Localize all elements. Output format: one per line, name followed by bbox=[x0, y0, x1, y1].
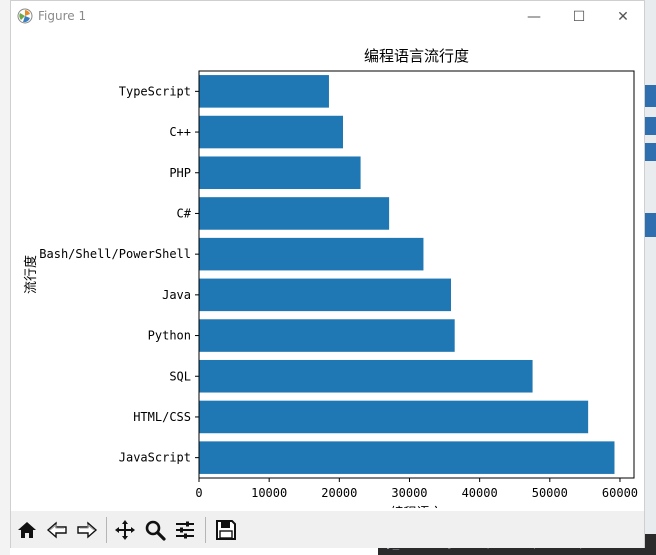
figure-window: Figure 1 — ☐ ✕ 编程语言流行度 JavaScript HTML/CSS… bbox=[10, 0, 645, 548]
x-tick-label: 0 bbox=[195, 486, 202, 500]
y-tick-label: C++ bbox=[169, 125, 191, 139]
title-bar[interactable]: Figure 1 — ☐ ✕ bbox=[11, 1, 644, 32]
save-icon bbox=[216, 520, 236, 540]
toolbar-separator bbox=[106, 517, 107, 543]
y-tick-label: Bash/Shell/PowerShell bbox=[39, 247, 191, 261]
bar-php bbox=[199, 156, 361, 190]
pan-icon bbox=[115, 520, 135, 540]
x-tick-label: 40000 bbox=[462, 486, 498, 500]
figure-canvas[interactable]: 编程语言流行度 JavaScript HTML/CSS SQL Python Java Ba… bbox=[11, 32, 644, 508]
back-button[interactable] bbox=[43, 516, 71, 544]
home-button[interactable] bbox=[13, 516, 41, 544]
y-axis-label: 流行度 bbox=[23, 255, 39, 294]
bar-javascript bbox=[199, 441, 615, 474]
zoom-button[interactable] bbox=[141, 516, 169, 544]
x-tick-label: 60000 bbox=[602, 486, 638, 500]
background-app-left bbox=[0, 0, 10, 555]
configure-subplots-button[interactable] bbox=[171, 516, 199, 544]
minimize-button[interactable]: — bbox=[511, 1, 557, 32]
configure-subplots-icon bbox=[176, 521, 194, 539]
maximize-button[interactable]: ☐ bbox=[556, 1, 602, 32]
y-tick-label: Java bbox=[162, 288, 191, 302]
y-tick-label: Python bbox=[148, 329, 191, 343]
forward-arrow-icon bbox=[77, 521, 98, 539]
zoom-icon bbox=[145, 520, 166, 541]
bar-html-css bbox=[199, 400, 589, 434]
background-app-right bbox=[645, 0, 656, 555]
bar-c- bbox=[199, 197, 390, 230]
y-tick-label: JavaScript bbox=[119, 451, 191, 465]
navigation-toolbar bbox=[11, 511, 644, 548]
y-tick-label: HTML/CSS bbox=[133, 410, 191, 424]
x-tick-label: 20000 bbox=[321, 486, 357, 500]
bar-c- bbox=[199, 115, 343, 149]
x-tick-label: 10000 bbox=[251, 486, 287, 500]
matplotlib-app-icon bbox=[17, 8, 33, 24]
x-tick-label: 50000 bbox=[532, 486, 568, 500]
y-tick-label: C# bbox=[177, 206, 192, 220]
bar-python bbox=[199, 319, 455, 352]
x-axis-label: 编程语言 bbox=[390, 506, 442, 508]
save-button[interactable] bbox=[212, 516, 240, 544]
toolbar-separator bbox=[205, 517, 206, 543]
close-button[interactable]: ✕ bbox=[600, 1, 646, 32]
y-tick-label: PHP bbox=[169, 166, 191, 180]
bar-sql bbox=[199, 359, 533, 393]
bar-java bbox=[199, 278, 451, 312]
y-tick-label: TypeScript bbox=[119, 84, 191, 98]
bar-bash-shell-powershell bbox=[199, 237, 424, 271]
home-icon bbox=[18, 522, 36, 538]
window-title: Figure 1 bbox=[38, 9, 87, 23]
pan-button[interactable] bbox=[111, 516, 139, 544]
forward-button[interactable] bbox=[73, 516, 101, 544]
bar-typescript bbox=[199, 75, 329, 108]
x-tick-label: 30000 bbox=[391, 486, 427, 500]
chart-title: 编程语言流行度 bbox=[364, 47, 469, 65]
y-tick-label: SQL bbox=[169, 369, 191, 383]
back-arrow-icon bbox=[46, 521, 67, 539]
bar-chart: 编程语言流行度JavaScriptHTML/CSSSQLPythonJavaBa… bbox=[23, 47, 638, 508]
